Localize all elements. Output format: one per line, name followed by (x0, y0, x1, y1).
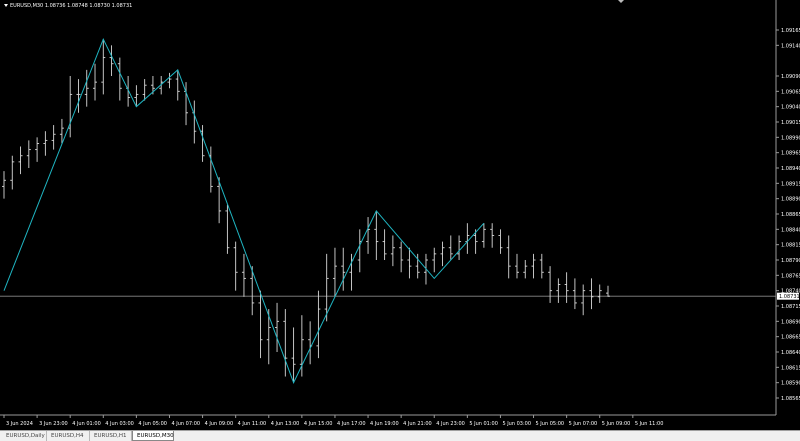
y-tick-label: 1.08665 (781, 335, 800, 341)
x-tick-label: 4 Jun 11:00 (238, 421, 267, 427)
x-tick-label: 3 Jun 23:00 (39, 421, 68, 427)
y-tick-label: 1.08790 (781, 258, 800, 264)
y-tick-label: 1.08715 (781, 304, 800, 310)
x-tick-label: 4 Jun 19:00 (370, 421, 399, 427)
x-tick-label: 4 Jun 05:00 (138, 421, 167, 427)
y-tick-label: 1.08890 (781, 197, 800, 203)
chart-area[interactable]: 1.09165 1.09140 1.09090 1.09065 1.09040 1.090… (0, 0, 800, 430)
y-tick-label: 1.08765 (781, 273, 800, 279)
price-chart[interactable]: 1.09165 1.09140 1.09090 1.09065 1.09040 1.090… (0, 0, 800, 430)
y-tick-label: 1.08590 (781, 381, 800, 387)
y-tick-label: 1.09165 (781, 28, 800, 34)
y-tick-label: 1.08990 (781, 135, 800, 141)
zigzag-indicator-line (3, 37, 485, 384)
y-tick-label: 1.09065 (781, 89, 800, 95)
y-tick-label: 1.09090 (781, 74, 800, 80)
y-tick-label: 1.08940 (781, 166, 800, 172)
x-tick-label: 5 Jun 09:00 (602, 421, 631, 427)
x-tick-label: 5 Jun 05:00 (536, 421, 565, 427)
y-tick-label: 1.08615 (781, 365, 800, 371)
y-tick-label: 1.08640 (781, 350, 800, 356)
y-tick-label: 1.09015 (781, 120, 800, 126)
x-tick-label: 4 Jun 03:00 (105, 421, 134, 427)
tab-eurusd-m30[interactable]: EURUSD,M30 (132, 431, 174, 441)
tab-eurusd-h4[interactable]: EURUSD,H4 (47, 431, 90, 441)
tab-eurusd-h1[interactable]: EURUSD,H1 (90, 431, 132, 441)
y-tick-label: 1.08865 (781, 212, 800, 218)
y-tick-label: 1.08840 (781, 227, 800, 233)
x-tick-label: 5 Jun 11:00 (635, 421, 664, 427)
y-tick-label: 1.08690 (781, 319, 800, 325)
x-tick-label: 4 Jun 07:00 (171, 421, 200, 427)
y-tick-label: 1.08965 (781, 151, 800, 157)
chart-title: EURUSD,M30 1.08736 1.08748 1.08730 1.087… (4, 3, 132, 9)
y-tick-label: 1.09040 (781, 105, 800, 111)
x-tick-label: 4 Jun 13:00 (271, 421, 300, 427)
chart-tab-bar: EURUSD,Daily EURUSD,H4 EURUSD,H1 EURUSD,M30 (0, 430, 800, 441)
mt4-chart-window: 1.09165 1.09140 1.09090 1.09065 1.09040 1.090… (0, 0, 800, 441)
x-tick-label: 4 Jun 01:00 (72, 421, 101, 427)
x-tick-label: 5 Jun 01:00 (469, 421, 498, 427)
chart-title-text: EURUSD,M30 1.08736 1.08748 1.08730 1.087… (10, 3, 133, 9)
y-tick-label: 1.08815 (781, 243, 800, 249)
chart-shift-marker-icon[interactable] (618, 0, 624, 3)
x-tick-label: 5 Jun 07:00 (569, 421, 598, 427)
x-tick-label: 4 Jun 23:00 (436, 421, 465, 427)
x-tick-label: 3 Jun 2024 (6, 421, 33, 427)
x-tick-label: 5 Jun 03:00 (502, 421, 531, 427)
dropdown-triangle-icon[interactable] (4, 4, 8, 7)
x-tick-label: 4 Jun 21:00 (403, 421, 432, 427)
current-price-label: 1.08731 (779, 294, 800, 300)
y-tick-label: 1.08915 (781, 181, 800, 187)
x-tick-label: 4 Jun 09:00 (205, 421, 234, 427)
x-tick-label: 4 Jun 15:00 (304, 421, 333, 427)
y-tick-label: 1.08565 (781, 396, 800, 402)
tab-eurusd-daily[interactable]: EURUSD,Daily (2, 431, 47, 441)
y-tick-label: 1.09140 (781, 43, 800, 49)
x-tick-label: 4 Jun 17:00 (337, 421, 366, 427)
